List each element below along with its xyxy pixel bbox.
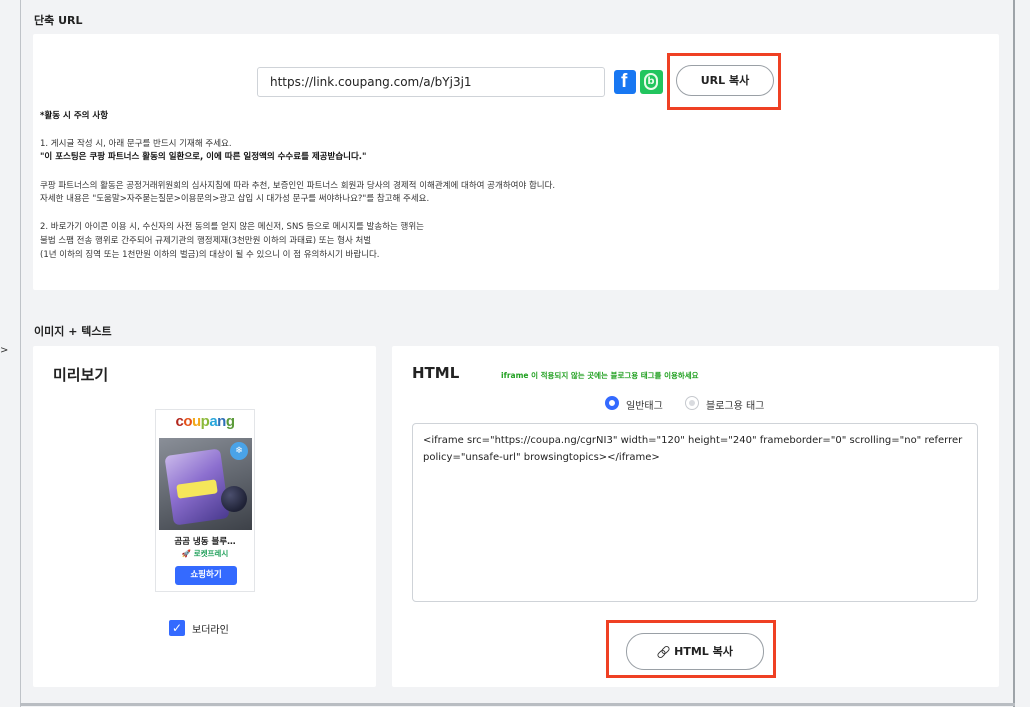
blog-share-button[interactable]: b — [640, 70, 663, 94]
html-copy-button[interactable]: HTML 복사 — [626, 633, 764, 670]
product-image: ❄ — [159, 438, 252, 530]
shop-button[interactable]: 쇼핑하기 — [175, 566, 237, 585]
side-arrow-mark: > — [0, 345, 9, 356]
short-url-section-title: 단축 URL — [34, 14, 83, 27]
preview-title: 미리보기 — [53, 366, 109, 384]
snowflake-icon: ❄ — [230, 442, 248, 460]
border-line-checkbox[interactable]: ✓ — [169, 620, 185, 636]
notice-line: 2. 바로가기 아이콘 이용 시, 수신자의 사전 동의를 얻지 않은 메신저,… — [40, 222, 424, 232]
url-copy-button[interactable]: URL 복사 — [676, 65, 774, 96]
notice-line: 쿠팡 파트너스의 활동은 공정거래위원회의 심사지침에 따라 추천, 보증인인 … — [40, 181, 556, 191]
notice-line: 1. 게시글 작성 시, 아래 문구를 반드시 기재해 주세요. — [40, 139, 232, 149]
product-widget-preview[interactable]: coupang ❄ 곰곰 냉동 블루… 🚀 로켓프레시 쇼핑하기 — [155, 409, 255, 592]
blog-icon: b — [644, 73, 658, 90]
radio-blog-tag-label[interactable]: 블로그용 태그 — [706, 397, 764, 412]
link-icon — [657, 647, 669, 656]
checkmark-icon: ✓ — [171, 621, 183, 635]
html-title: HTML — [412, 364, 460, 382]
product-name: 곰곰 냉동 블루… — [174, 537, 236, 547]
html-code-textarea[interactable]: <iframe src="https://coupa.ng/cgrNI3" wi… — [412, 423, 978, 602]
frame-left-border — [20, 0, 21, 707]
radio-general-tag-label[interactable]: 일반태그 — [626, 397, 663, 412]
frame-bottom-border — [20, 703, 1015, 706]
notice-heading: *활동 시 주의 사항 — [40, 111, 109, 121]
notice-disclosure-text: "이 포스팅은 쿠팡 파트너스 활동의 일환으로, 이에 따른 일정액의 수수료… — [40, 152, 367, 162]
html-hint-text: iframe 이 적용되지 않는 곳에는 블로그용 태그를 이용하세요 — [501, 371, 699, 380]
coupang-logo: coupang — [175, 413, 235, 430]
radio-general-tag[interactable] — [605, 396, 619, 410]
notice-line: (1년 이하의 징역 또는 1천만원 이하의 벌금)의 대상이 될 수 있으니 … — [40, 250, 380, 260]
blueberry-bowl-shape — [221, 486, 247, 512]
notice-line: 자세한 내용은 "도움말>자주묻는질문>이용문의>광고 삽입 시 대가성 문구를… — [40, 194, 430, 204]
facebook-icon: f — [621, 71, 628, 92]
border-line-label: 보더라인 — [192, 625, 229, 636]
html-copy-label: HTML 복사 — [674, 645, 733, 658]
notice-line: 불법 스팸 전송 행위로 간주되어 규제기관의 행정제재(3천만원 이하의 과태… — [40, 236, 372, 246]
facebook-share-button[interactable]: f — [614, 70, 636, 94]
radio-blog-tag[interactable] — [685, 396, 699, 410]
image-text-section-title: 이미지 + 텍스트 — [34, 325, 112, 338]
short-url-input[interactable]: https://link.coupang.com/a/bYj3j1 — [257, 67, 605, 97]
rocket-fresh-badge: 🚀 로켓프레시 — [181, 549, 229, 558]
frame-right-border — [1013, 0, 1015, 707]
